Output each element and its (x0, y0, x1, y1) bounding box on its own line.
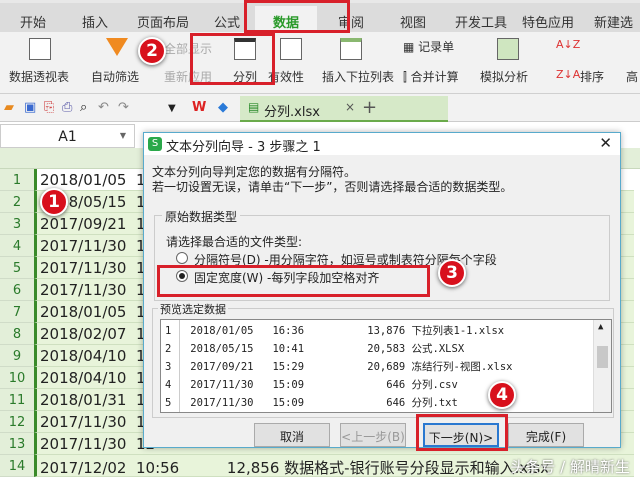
insert-dropdown-button[interactable]: 插入下拉列表 (322, 68, 394, 85)
preview-row: 4 2017/11/30 15:09 646 分列.csv (165, 379, 458, 391)
highlight-fixed-width (157, 265, 430, 297)
ribbon: 数据透视表 自动筛选 全部显示 重新应用 分列 有效性 插入下拉列表 ▦ 记录单… (0, 32, 640, 94)
tab-page-layout[interactable]: 页面布局 (137, 12, 189, 31)
pivot-table-icon (29, 38, 51, 60)
tab-developer[interactable]: 开发工具 (455, 12, 507, 31)
tab-special[interactable]: 特色应用 (522, 12, 574, 31)
tab-start[interactable]: 开始 (20, 12, 46, 31)
dialog-intro-line2: 若一切设置无误，请单击“下一步”，否则请选择最合适的数据类型。 (152, 180, 513, 194)
sort-asc-icon[interactable]: A↓Z (556, 38, 580, 51)
preview-row: 3 2017/09/21 15:29 20,689 冻结行列-视图.xlsx (165, 361, 513, 373)
delimited-radio[interactable] (176, 252, 188, 264)
highlight-next-button (416, 414, 508, 451)
row-header[interactable]: 14 (0, 455, 34, 477)
consolidate-button[interactable]: ⫿ 合并计算 (403, 68, 459, 85)
preview-scrollbar[interactable]: ▲ (593, 320, 611, 412)
validity-icon (280, 38, 302, 60)
customize-dropdown-icon[interactable]: ▼ (168, 103, 176, 114)
step-badge-4: 4 (488, 381, 516, 409)
redo-icon[interactable]: ↷ (118, 100, 129, 115)
watermark: 头条号 / 解晴新生 (510, 458, 630, 476)
dropdown-list-icon (340, 38, 362, 60)
row-header[interactable]: 13 (0, 433, 34, 455)
print-preview-icon[interactable]: ⌕ (80, 100, 87, 115)
what-if-icon (497, 38, 519, 60)
row-header[interactable]: 6 (0, 279, 34, 301)
undo-icon[interactable]: ↶ (98, 100, 109, 115)
consolidate-label: 合并计算 (410, 70, 459, 84)
save-icon[interactable]: ▣ (24, 100, 36, 115)
cube-icon[interactable]: ◆ (218, 100, 228, 115)
scroll-thumb[interactable] (597, 346, 608, 368)
close-tab-icon[interactable]: × (345, 100, 355, 114)
row-header[interactable]: 4 (0, 235, 34, 257)
row-header[interactable]: 1 (0, 169, 34, 191)
file-tab-name: 分列.xlsx (264, 105, 320, 120)
cancel-button[interactable]: 取消 (254, 423, 330, 447)
open-icon[interactable]: ▰ (4, 100, 14, 115)
preview-row: 2 2018/05/15 10:41 20,583 公式.XLSX (165, 343, 465, 355)
chevron-down-icon[interactable]: ▼ (120, 131, 126, 140)
step-badge-3: 3 (438, 259, 466, 287)
wps-s-icon: S (148, 137, 162, 151)
close-icon[interactable]: ✕ (599, 134, 612, 152)
tab-formula[interactable]: 公式 (214, 12, 240, 31)
excel-file-icon: ▤ (248, 100, 260, 114)
preview-label: 预览选定数据 (158, 301, 228, 317)
highlight-split-button (190, 33, 275, 85)
row-header[interactable]: 3 (0, 213, 34, 235)
row-header[interactable]: 12 (0, 411, 34, 433)
dialog-title: 文本分列向导 - 3 步骤之 1 (166, 140, 321, 155)
preview-row: 5 2017/11/30 15:09 646 分列.txt (165, 397, 458, 409)
what-if-button[interactable]: 模拟分析 (480, 68, 528, 85)
file-type-prompt: 请选择最合适的文件类型: (166, 235, 303, 249)
file-tab[interactable]: ▤ 分列.xlsx × (240, 96, 448, 122)
back-button[interactable]: <上一步(B) (340, 423, 406, 447)
advanced-button[interactable]: 高 (626, 68, 638, 85)
export-pdf-icon[interactable]: ⎘ (44, 100, 54, 115)
record-form-button[interactable]: ▦ 记录单 (403, 38, 454, 55)
row-header[interactable]: 2 (0, 191, 34, 213)
record-form-label: 记录单 (418, 40, 455, 54)
tab-view[interactable]: 视图 (400, 12, 426, 31)
highlight-data-tab (244, 0, 350, 33)
print-icon[interactable]: ⎙ (62, 100, 72, 115)
row-header[interactable]: 8 (0, 323, 34, 345)
row-header[interactable]: 7 (0, 301, 34, 323)
row-header[interactable]: 11 (0, 389, 34, 411)
autofilter-button[interactable]: 自动筛选 (91, 68, 139, 85)
new-tab-icon[interactable]: + (362, 97, 377, 118)
row-header[interactable]: 5 (0, 257, 34, 279)
preview-row: 1 2018/01/05 16:36 13,876 下拉列表1-1.xlsx (165, 325, 505, 337)
step-badge-1: 1 (40, 188, 68, 216)
filter-icon (106, 38, 128, 56)
name-box-value: A1 (58, 129, 77, 145)
scroll-up-icon[interactable]: ▲ (598, 322, 603, 332)
row-header[interactable]: 10 (0, 367, 34, 389)
tab-insert[interactable]: 插入 (82, 12, 108, 31)
preview-list[interactable]: ▲ 1 2018/01/05 16:36 13,876 下拉列表1-1.xlsx… (160, 319, 612, 413)
step-badge-2: 2 (138, 37, 166, 65)
row-header[interactable]: 9 (0, 345, 34, 367)
sort-button[interactable]: 排序 (580, 68, 604, 85)
name-box[interactable]: A1 ▼ (0, 124, 135, 148)
group-label: 原始数据类型 (162, 208, 241, 225)
pivot-table-button[interactable]: 数据透视表 (9, 68, 69, 85)
dialog-titlebar: S 文本分列向导 - 3 步骤之 1 ✕ (144, 133, 620, 155)
sort-desc-icon[interactable]: Z↓A (556, 68, 580, 81)
finish-button[interactable]: 完成(F) (508, 423, 584, 447)
wps-logo-icon[interactable]: W (192, 100, 206, 115)
